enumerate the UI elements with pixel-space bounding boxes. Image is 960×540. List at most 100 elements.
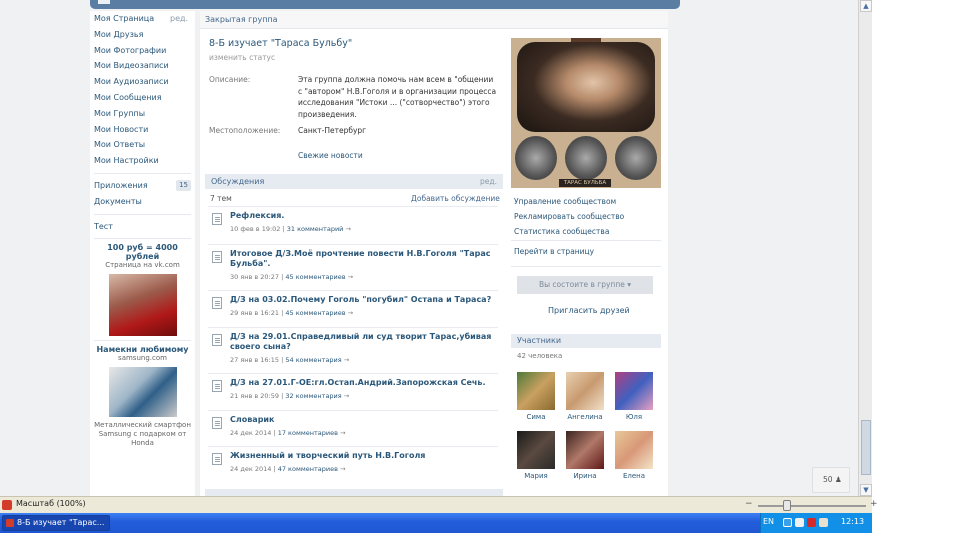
- topic-title[interactable]: Рефлексия.: [230, 211, 492, 221]
- member-card[interactable]: Мария: [516, 431, 556, 480]
- ad-title[interactable]: Намекни любимому: [94, 345, 191, 354]
- member-avatar[interactable]: [566, 431, 604, 469]
- ad-title[interactable]: 100 руб = 4000 рублей: [94, 243, 191, 261]
- language-indicator[interactable]: EN: [763, 517, 774, 526]
- topic-comments-link[interactable]: 31 комментарий: [287, 225, 344, 233]
- topic-comments-link[interactable]: 32 комментария: [285, 392, 341, 400]
- members-header[interactable]: Участники: [511, 334, 661, 348]
- topic-title[interactable]: Итоговое Д/З.Моё прочтение повести Н.В.Г…: [230, 249, 492, 269]
- ad-image[interactable]: [108, 274, 177, 337]
- clock[interactable]: 12:13: [841, 517, 864, 526]
- browser-viewport: Моя Страница Мои Друзья Мои Фотографии М…: [0, 0, 872, 496]
- topic-item[interactable]: Рефлексия. 10 фев в 19:02 | 31 комментар…: [208, 206, 498, 240]
- topic-comments-link[interactable]: 17 комментариев: [278, 429, 338, 437]
- topic-item[interactable]: Д/З на 03.02.Почему Гоголь "погубил" Ост…: [208, 290, 498, 324]
- topic-title[interactable]: Жизненный и творческий путь Н.В.Гоголя: [230, 451, 492, 461]
- member-name[interactable]: Елена: [614, 472, 654, 480]
- nav-my-photos[interactable]: Мои Фотографии: [90, 43, 195, 59]
- topic-icon: [212, 453, 222, 465]
- manage-community-link[interactable]: Управление сообществом: [514, 197, 616, 206]
- member-card[interactable]: Ирина: [565, 431, 605, 480]
- nav-apps[interactable]: Приложения 15: [90, 178, 195, 194]
- vk-logo-icon[interactable]: [98, 0, 110, 4]
- rp-widget[interactable]: 50 ♟: [812, 467, 850, 493]
- zoom-slider-handle[interactable]: [783, 500, 791, 511]
- add-discussion-link[interactable]: Добавить обсуждение: [411, 194, 500, 203]
- member-avatar[interactable]: [615, 431, 653, 469]
- member-name[interactable]: Юля: [614, 413, 654, 421]
- topic-item[interactable]: Д/З на 29.01.Справедливый ли суд творит …: [208, 327, 498, 367]
- member-avatar[interactable]: [615, 372, 653, 410]
- nav-my-groups[interactable]: Мои Группы: [90, 106, 195, 122]
- topic-title[interactable]: Д/З на 29.01.Справедливый ли суд творит …: [230, 332, 492, 352]
- member-card[interactable]: Ангелина: [565, 372, 605, 421]
- topic-comments-link[interactable]: 45 комментариев: [285, 273, 345, 281]
- member-avatar[interactable]: [566, 372, 604, 410]
- change-status-link[interactable]: изменить статус: [209, 53, 275, 62]
- nav-my-friends[interactable]: Мои Друзья: [90, 27, 195, 43]
- network-icon[interactable]: [783, 518, 792, 527]
- nav-edit-link[interactable]: ред.: [170, 14, 188, 23]
- topic-title[interactable]: Д/З на 27.01.Г-ОЕ:гл.Остап.Андрий.Запоро…: [230, 378, 492, 388]
- topic-comments-link[interactable]: 47 комментариев: [278, 465, 338, 473]
- antivirus-icon[interactable]: [807, 518, 816, 527]
- scroll-up-icon[interactable]: ▲: [860, 0, 872, 12]
- ad-image[interactable]: [108, 367, 177, 418]
- member-card[interactable]: Сима: [516, 372, 556, 421]
- nav-my-news[interactable]: Мои Новости: [90, 122, 195, 138]
- discussions-edit-link[interactable]: ред.: [480, 174, 497, 189]
- taskbar-window-button[interactable]: 8-Б изучает "Тарас...: [2, 515, 110, 531]
- invite-friends-link[interactable]: Пригласить друзей: [548, 306, 630, 315]
- advertise-community-link[interactable]: Рекламировать сообщество: [514, 212, 624, 221]
- chevron-down-icon: ▾: [627, 280, 631, 289]
- divider: [511, 240, 661, 241]
- ad-block-2[interactable]: Намекни любимому samsung.com Металлическ…: [90, 345, 195, 448]
- nav-my-videos[interactable]: Мои Видеозаписи: [90, 58, 195, 74]
- nav-documents[interactable]: Документы: [90, 194, 195, 210]
- avatar-caption: ТАРАС БУЛЬБА: [559, 179, 611, 187]
- member-card[interactable]: Елена: [614, 431, 654, 480]
- nav-test[interactable]: Тест: [90, 219, 195, 235]
- member-name[interactable]: Ирина: [565, 472, 605, 480]
- nav-my-messages[interactable]: Мои Сообщения: [90, 90, 195, 106]
- member-name[interactable]: Сима: [516, 413, 556, 421]
- topic-title[interactable]: Д/З на 03.02.Почему Гоголь "погубил" Ост…: [230, 295, 492, 305]
- nav-my-settings[interactable]: Мои Настройки: [90, 153, 195, 169]
- zoom-in-icon[interactable]: +: [870, 499, 878, 509]
- tray-app-icon[interactable]: [819, 518, 828, 527]
- powerpoint-icon: [6, 519, 14, 527]
- ad-block-1[interactable]: 100 руб = 4000 рублей Страница на vk.com: [90, 243, 195, 337]
- fresh-news-link[interactable]: Свежие новости: [298, 151, 363, 160]
- topic-item[interactable]: Жизненный и творческий путь Н.В.Гоголя 2…: [208, 446, 498, 480]
- task-label: 8-Б изучает "Тарас...: [17, 518, 105, 527]
- vertical-scrollbar[interactable]: ▲ ▼: [858, 0, 872, 496]
- location-link[interactable]: Санкт-Петербург: [298, 125, 498, 137]
- nav-my-audio[interactable]: Мои Аудиозаписи: [90, 74, 195, 90]
- topic-comments-link[interactable]: 45 комментариев: [285, 309, 345, 317]
- scroll-down-icon[interactable]: ▼: [860, 484, 872, 496]
- volume-icon[interactable]: [795, 518, 804, 527]
- member-card[interactable]: Юля: [614, 372, 654, 421]
- nav-label: Мои Видеозаписи: [94, 61, 169, 71]
- member-avatar[interactable]: [517, 372, 555, 410]
- member-avatar[interactable]: [517, 431, 555, 469]
- topic-title[interactable]: Словарик: [230, 415, 492, 425]
- zoom-out-icon[interactable]: −: [745, 499, 753, 509]
- topic-item[interactable]: Итоговое Д/З.Моё прочтение повести Н.В.Г…: [208, 244, 498, 284]
- member-name[interactable]: Мария: [516, 472, 556, 480]
- community-stats-link[interactable]: Статистика сообщества: [514, 227, 609, 236]
- nav-label: Мои Фотографии: [94, 45, 167, 55]
- topic-item[interactable]: Д/З на 27.01.Г-ОЕ:гл.Остап.Андрий.Запоро…: [208, 373, 498, 407]
- location-label: Местоположение:: [209, 126, 281, 135]
- topic-item[interactable]: Словарик 24 дек 2014 | 17 комментариев →: [208, 410, 498, 444]
- group-avatar[interactable]: ТАРАС БУЛЬБА: [511, 38, 661, 188]
- membership-status-button[interactable]: Вы состоите в группе ▾: [517, 276, 653, 294]
- nav-my-answers[interactable]: Мои Ответы: [90, 137, 195, 153]
- member-name[interactable]: Ангелина: [565, 413, 605, 421]
- nav-label: Документы: [94, 196, 142, 206]
- zoom-slider[interactable]: [758, 505, 866, 507]
- topic-comments-link[interactable]: 54 комментария: [285, 356, 341, 364]
- go-to-page-link[interactable]: Перейти в страницу: [514, 247, 594, 256]
- discussions-header[interactable]: Обсуждения ред.: [205, 174, 503, 189]
- scrollbar-thumb[interactable]: [861, 420, 871, 475]
